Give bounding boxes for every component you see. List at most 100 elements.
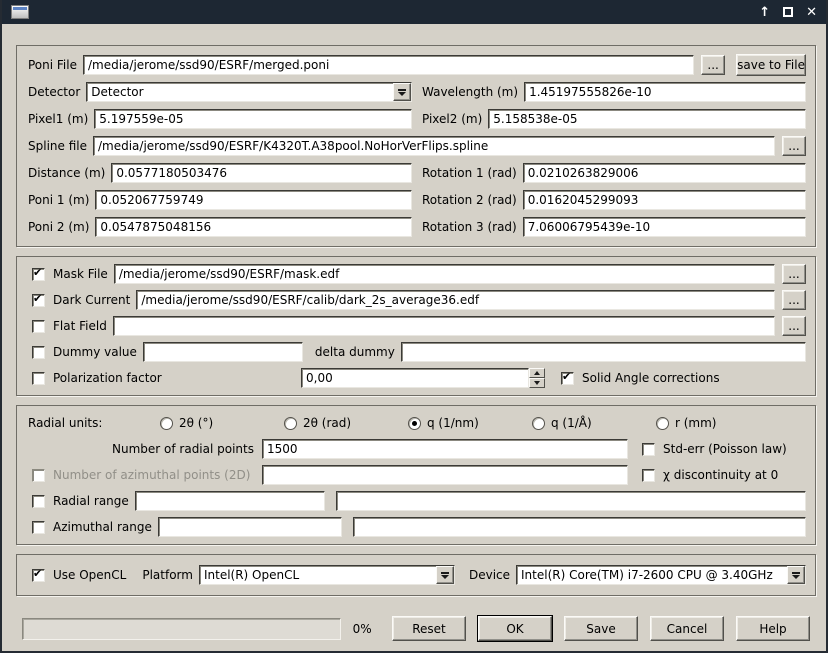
mask-file-browse-button[interactable]: ... <box>782 264 806 284</box>
radio-2theta-rad[interactable]: 2θ (rad) <box>284 416 408 430</box>
poni-file-row: Poni File ... save to File <box>26 54 806 76</box>
dummy-value-input[interactable] <box>143 342 303 362</box>
chevron-down-icon[interactable] <box>787 566 805 584</box>
dark-current-input[interactable] <box>136 290 775 310</box>
dark-current-checkbox[interactable] <box>32 294 45 307</box>
spline-browse-button[interactable]: ... <box>782 136 806 156</box>
footer: 0% Reset OK Save Cancel Help <box>2 605 826 641</box>
azimuthal-range-label: Azimuthal range <box>51 520 158 534</box>
radio-q-nm[interactable]: q (1/nm) <box>408 416 532 430</box>
dummy-value-checkbox[interactable] <box>32 346 45 359</box>
radio-icon[interactable] <box>284 417 297 430</box>
distance-label: Distance (m) <box>26 166 111 180</box>
dark-current-browse-button[interactable]: ... <box>782 290 806 310</box>
titlebar: ↑ ✕ <box>2 0 826 24</box>
azimuthal-range-min-input[interactable] <box>158 517 342 537</box>
radial-range-row: Radial range <box>26 490 806 512</box>
radial-range-label: Radial range <box>51 494 135 508</box>
spin-up-icon[interactable] <box>529 368 545 378</box>
rotation2-input[interactable] <box>523 190 806 210</box>
solid-angle-checkbox[interactable] <box>561 372 574 385</box>
delta-dummy-label: delta dummy <box>313 345 401 359</box>
mask-file-input[interactable] <box>114 264 775 284</box>
help-button[interactable]: Help <box>736 616 810 641</box>
radio-r-mm[interactable]: r (mm) <box>656 416 806 430</box>
poni-file-input[interactable] <box>83 55 694 75</box>
ok-button[interactable]: OK <box>478 616 552 641</box>
use-opencl-checkbox[interactable] <box>32 569 45 582</box>
poni1-label: Poni 1 (m) <box>26 193 95 207</box>
radial-range-min-input[interactable] <box>135 491 326 511</box>
device-combobox[interactable]: Intel(R) Core(TM) i7-2600 CPU @ 3.40GHz <box>516 565 806 585</box>
polarization-checkbox[interactable] <box>32 372 45 385</box>
radial-points-label: Number of radial points <box>26 442 262 456</box>
rotation1-label: Rotation 1 (rad) <box>420 166 523 180</box>
save-button[interactable]: Save <box>564 616 638 641</box>
flat-field-checkbox[interactable] <box>32 320 45 333</box>
reset-button[interactable]: Reset <box>392 616 466 641</box>
poni2-input[interactable] <box>95 217 412 237</box>
poni-file-label: Poni File <box>26 58 83 72</box>
wavelength-input[interactable] <box>524 82 806 102</box>
azimuthal-range-max-input[interactable] <box>353 517 806 537</box>
radio-icon[interactable] <box>408 417 421 430</box>
progress-bar <box>22 618 341 640</box>
radio-icon[interactable] <box>532 417 545 430</box>
flat-field-label: Flat Field <box>51 319 113 333</box>
solid-angle-label: Solid Angle corrections <box>580 371 726 385</box>
azimuthal-points-input[interactable] <box>262 465 628 485</box>
polarization-label: Polarization factor <box>51 371 301 385</box>
spline-row: Spline file ... <box>26 135 806 157</box>
radio-2theta-deg[interactable]: 2θ (°) <box>160 416 284 430</box>
mask-file-checkbox[interactable] <box>32 268 45 281</box>
pixel2-input[interactable] <box>488 109 806 129</box>
radio-q-angstrom[interactable]: q (1/Å) <box>532 416 656 430</box>
detector-combobox[interactable]: Detector <box>86 82 412 102</box>
progress-percent: 0% <box>353 622 380 636</box>
polarization-input[interactable] <box>301 368 529 388</box>
chi-discontinuity-checkbox[interactable] <box>642 469 655 482</box>
radial-range-checkbox[interactable] <box>32 495 45 508</box>
radio-icon[interactable] <box>656 417 669 430</box>
pixel-row: Pixel1 (m) Pixel2 (m) <box>26 108 806 130</box>
std-err-checkbox[interactable] <box>642 443 655 456</box>
azimuthal-points-label: Number of azimuthal points (2D) <box>51 468 262 482</box>
radial-range-max-input[interactable] <box>336 491 806 511</box>
pixel1-label: Pixel1 (m) <box>26 112 94 126</box>
chevron-down-icon[interactable] <box>393 83 411 101</box>
radio-q-angstrom-label: q (1/Å) <box>551 416 592 430</box>
pixel1-input[interactable] <box>94 109 412 129</box>
chevron-down-icon[interactable] <box>436 566 454 584</box>
detector-selected-value: Detector <box>87 83 393 101</box>
radio-icon[interactable] <box>160 417 173 430</box>
azimuthal-points-checkbox[interactable] <box>32 469 45 482</box>
shade-icon[interactable]: ↑ <box>759 6 770 19</box>
spline-file-input[interactable] <box>93 136 775 156</box>
poni2-label: Poni 2 (m) <box>26 220 95 234</box>
azimuthal-range-checkbox[interactable] <box>32 521 45 534</box>
maximize-icon[interactable] <box>783 7 793 17</box>
delta-dummy-input[interactable] <box>401 342 806 362</box>
polarization-spinbox[interactable] <box>301 368 545 388</box>
geometry-group: Poni File ... save to File Detector Dete… <box>16 45 816 247</box>
rotation1-input[interactable] <box>523 163 806 183</box>
flat-field-input[interactable] <box>113 316 775 336</box>
std-err-label: Std-err (Poisson law) <box>661 442 793 456</box>
mask-file-row: Mask File ... <box>26 263 806 285</box>
azimuthal-range-row: Azimuthal range <box>26 516 806 538</box>
radial-points-input[interactable] <box>262 439 628 459</box>
close-icon[interactable]: ✕ <box>806 6 817 19</box>
rotation3-input[interactable] <box>523 217 806 237</box>
dialog-window: ↑ ✕ Poni File ... save to File Detector <box>0 0 828 653</box>
poni1-input[interactable] <box>95 190 412 210</box>
radio-q-nm-label: q (1/nm) <box>427 416 479 430</box>
distance-input[interactable] <box>111 163 412 183</box>
polarization-row: Polarization factor Solid Angle correcti… <box>26 367 806 389</box>
poni-file-browse-button[interactable]: ... <box>701 55 725 75</box>
dummy-value-label: Dummy value <box>51 345 143 359</box>
spin-down-icon[interactable] <box>529 378 545 388</box>
flat-field-browse-button[interactable]: ... <box>782 316 806 336</box>
save-to-file-button[interactable]: save to File <box>736 54 806 76</box>
platform-combobox[interactable]: Intel(R) OpenCL <box>199 565 455 585</box>
cancel-button[interactable]: Cancel <box>650 616 724 641</box>
